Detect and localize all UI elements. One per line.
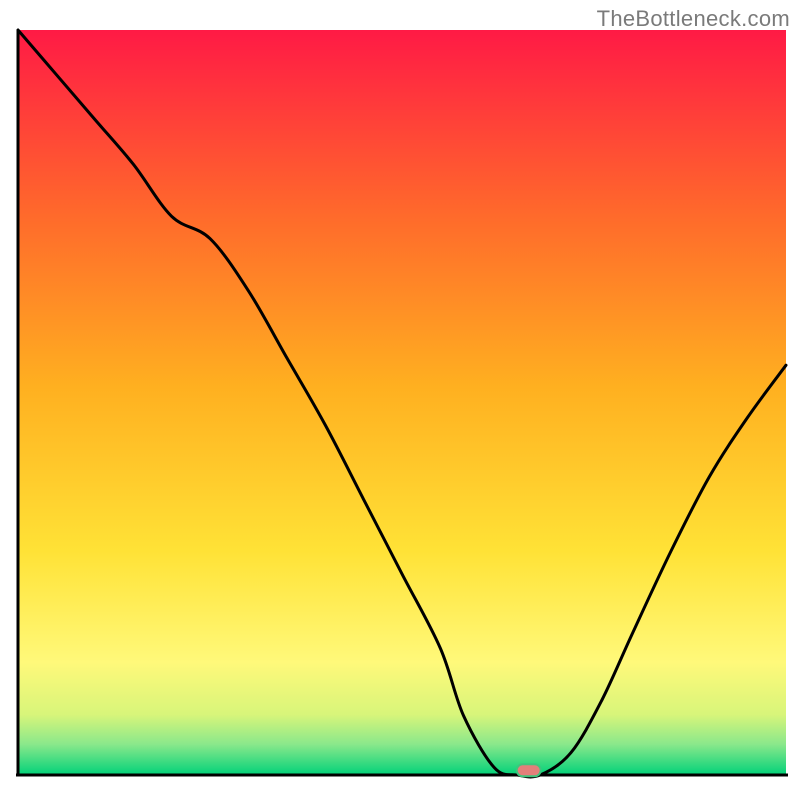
plot-background: [18, 30, 786, 774]
bottleneck-chart: [0, 0, 800, 800]
chart-stage: TheBottleneck.com: [0, 0, 800, 800]
watermark-text: TheBottleneck.com: [597, 6, 790, 32]
optimal-marker-icon: [517, 764, 541, 776]
